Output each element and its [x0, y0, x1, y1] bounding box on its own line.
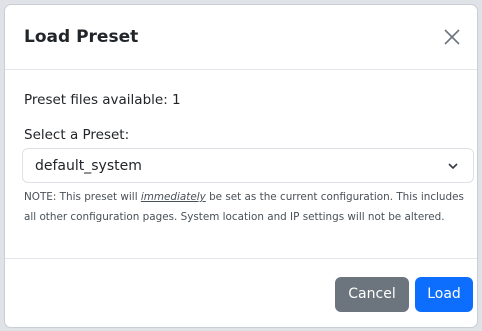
preset-note: NOTE: This preset will immediately be se…: [24, 187, 469, 227]
dialog-title: Load Preset: [24, 27, 139, 47]
close-button[interactable]: [439, 24, 465, 50]
load-preset-dialog: Load Preset Preset files available: 1 Se…: [4, 4, 478, 328]
chevron-down-icon: [448, 163, 458, 170]
select-preset-label: Select a Preset:: [24, 127, 130, 143]
preset-select-value: default_system: [35, 158, 142, 174]
cancel-button[interactable]: Cancel: [335, 277, 409, 312]
close-icon: [444, 29, 460, 45]
dialog-footer: Cancel Load: [5, 258, 477, 327]
preset-select[interactable]: default_system: [22, 148, 474, 183]
note-emphasis: immediately: [140, 191, 206, 203]
preset-files-count: Preset files available: 1: [24, 92, 181, 108]
note-prefix: NOTE: This preset will: [24, 191, 141, 203]
dialog-header: Load Preset: [5, 5, 477, 70]
load-button[interactable]: Load: [415, 277, 473, 312]
